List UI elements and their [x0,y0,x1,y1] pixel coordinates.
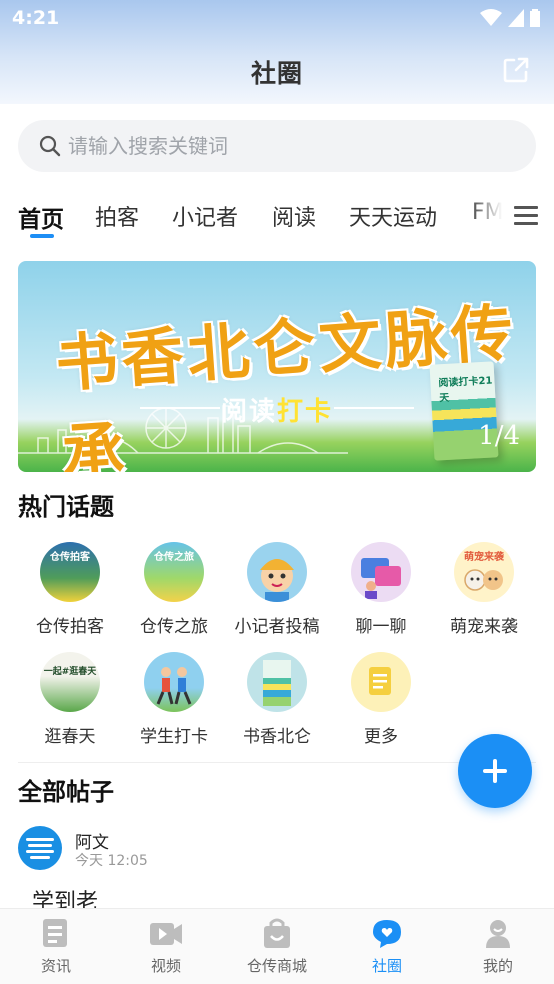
community-icon [372,917,402,949]
all-posts-heading-text: 全部帖子 [18,778,114,806]
nav-news[interactable]: 资讯 [11,917,101,976]
battery-icon [530,9,540,27]
topic-label: 学生打卡 [140,727,208,747]
search-bar[interactable] [18,120,536,172]
photo-icon: 仓传拍客 [40,542,100,602]
topic-caption: 仓传之旅 [154,552,194,563]
banner-subtitle-b: 打卡 [277,397,334,427]
topic-label: 逛春天 [44,727,96,747]
topic-label: 仓传拍客 [36,617,104,637]
tab-sports[interactable]: 天天运动 [349,200,437,232]
runner-icon [144,652,204,712]
bottom-nav: 资讯 视频 仓传商城 社圈 我的 [0,908,554,984]
category-tabs: 首页 拍客 小记者 阅读 天天运动 FM [0,196,554,244]
topic-bookish-beilun[interactable]: 书香北仑 [227,652,327,747]
more-icon [351,652,411,712]
topic-caption: 仓传拍客 [50,552,90,563]
topic-student-checkin[interactable]: 学生打卡 [124,652,224,747]
topic-pets[interactable]: 萌宠来袭 萌宠来袭 [434,542,534,637]
spring-icon: 一起#逛春天 [40,652,100,712]
topic-travel[interactable]: 仓传之旅 仓传之旅 [124,542,224,637]
post-time: 今天 12:05 [75,853,148,869]
menu-icon[interactable] [514,206,538,228]
pets-icon: 萌宠来袭 [454,542,514,602]
status-icons [480,9,540,27]
books-icon [247,652,307,712]
hot-topics-heading-text: 热门话题 [18,493,114,521]
banner-subtitle-a: 阅读 [220,397,277,427]
banner-page-counter: 1/4 [478,421,520,451]
chat-icon [351,542,411,602]
nav-shop[interactable]: 仓传商城 [232,917,322,976]
status-time: 4:21 [12,7,60,29]
nav-label: 社圈 [371,957,402,975]
topic-chat[interactable]: 聊一聊 [331,542,431,637]
search-input[interactable] [68,120,508,172]
book-title: 阅读打卡21天 [438,375,493,405]
profile-icon [483,917,513,949]
nav-label: 仓传商城 [246,957,307,975]
tab-reading[interactable]: 阅读 [272,200,316,232]
share-icon[interactable] [502,56,530,84]
nav-video[interactable]: 视频 [121,917,211,976]
hot-topics-heading: 热门话题 [18,487,122,524]
topic-label: 聊一聊 [355,617,407,637]
nav-label: 我的 [482,957,513,975]
nav-community[interactable]: 社圈 [342,917,432,976]
travel-icon: 仓传之旅 [144,542,204,602]
search-icon [39,135,61,157]
title-bar: 社圈 [0,44,554,96]
nav-profile[interactable]: 我的 [453,917,543,976]
topic-label: 更多 [364,727,398,747]
nav-label: 视频 [150,957,181,975]
avatar[interactable] [18,826,62,870]
topic-spring[interactable]: 一起#逛春天 逛春天 [20,652,120,747]
tab-reporter[interactable]: 小记者 [172,200,238,232]
status-bar: 4:21 [0,0,554,38]
signal-icon [508,9,524,27]
tab-paike[interactable]: 拍客 [95,200,139,232]
shop-icon [262,917,292,949]
reporter-icon [247,542,307,602]
topic-label: 书香北仑 [243,727,311,747]
topic-label: 仓传之旅 [140,617,208,637]
topic-label: 萌宠来袭 [450,617,518,637]
nav-label: 资讯 [40,957,71,975]
topic-more[interactable]: 更多 [331,652,431,747]
tab-fade [468,196,506,240]
page-title: 社圈 [250,59,303,88]
all-posts-heading: 全部帖子 [18,772,122,809]
video-icon [149,917,183,949]
tab-home[interactable]: 首页 [18,200,64,234]
active-tab-indicator [30,234,54,238]
topic-label: 小记者投稿 [234,617,320,637]
topic-reporter[interactable]: 小记者投稿 [227,542,327,637]
news-icon [41,917,71,949]
wifi-icon [480,9,502,26]
topic-paike[interactable]: 仓传拍客 仓传拍客 [20,542,120,637]
create-post-button[interactable] [458,734,532,808]
banner-carousel[interactable]: 书香北仑文脉传承 阅读打卡 阅读打卡21天 1/4 [18,261,536,472]
topic-caption: 一起#逛春天 [43,667,97,677]
